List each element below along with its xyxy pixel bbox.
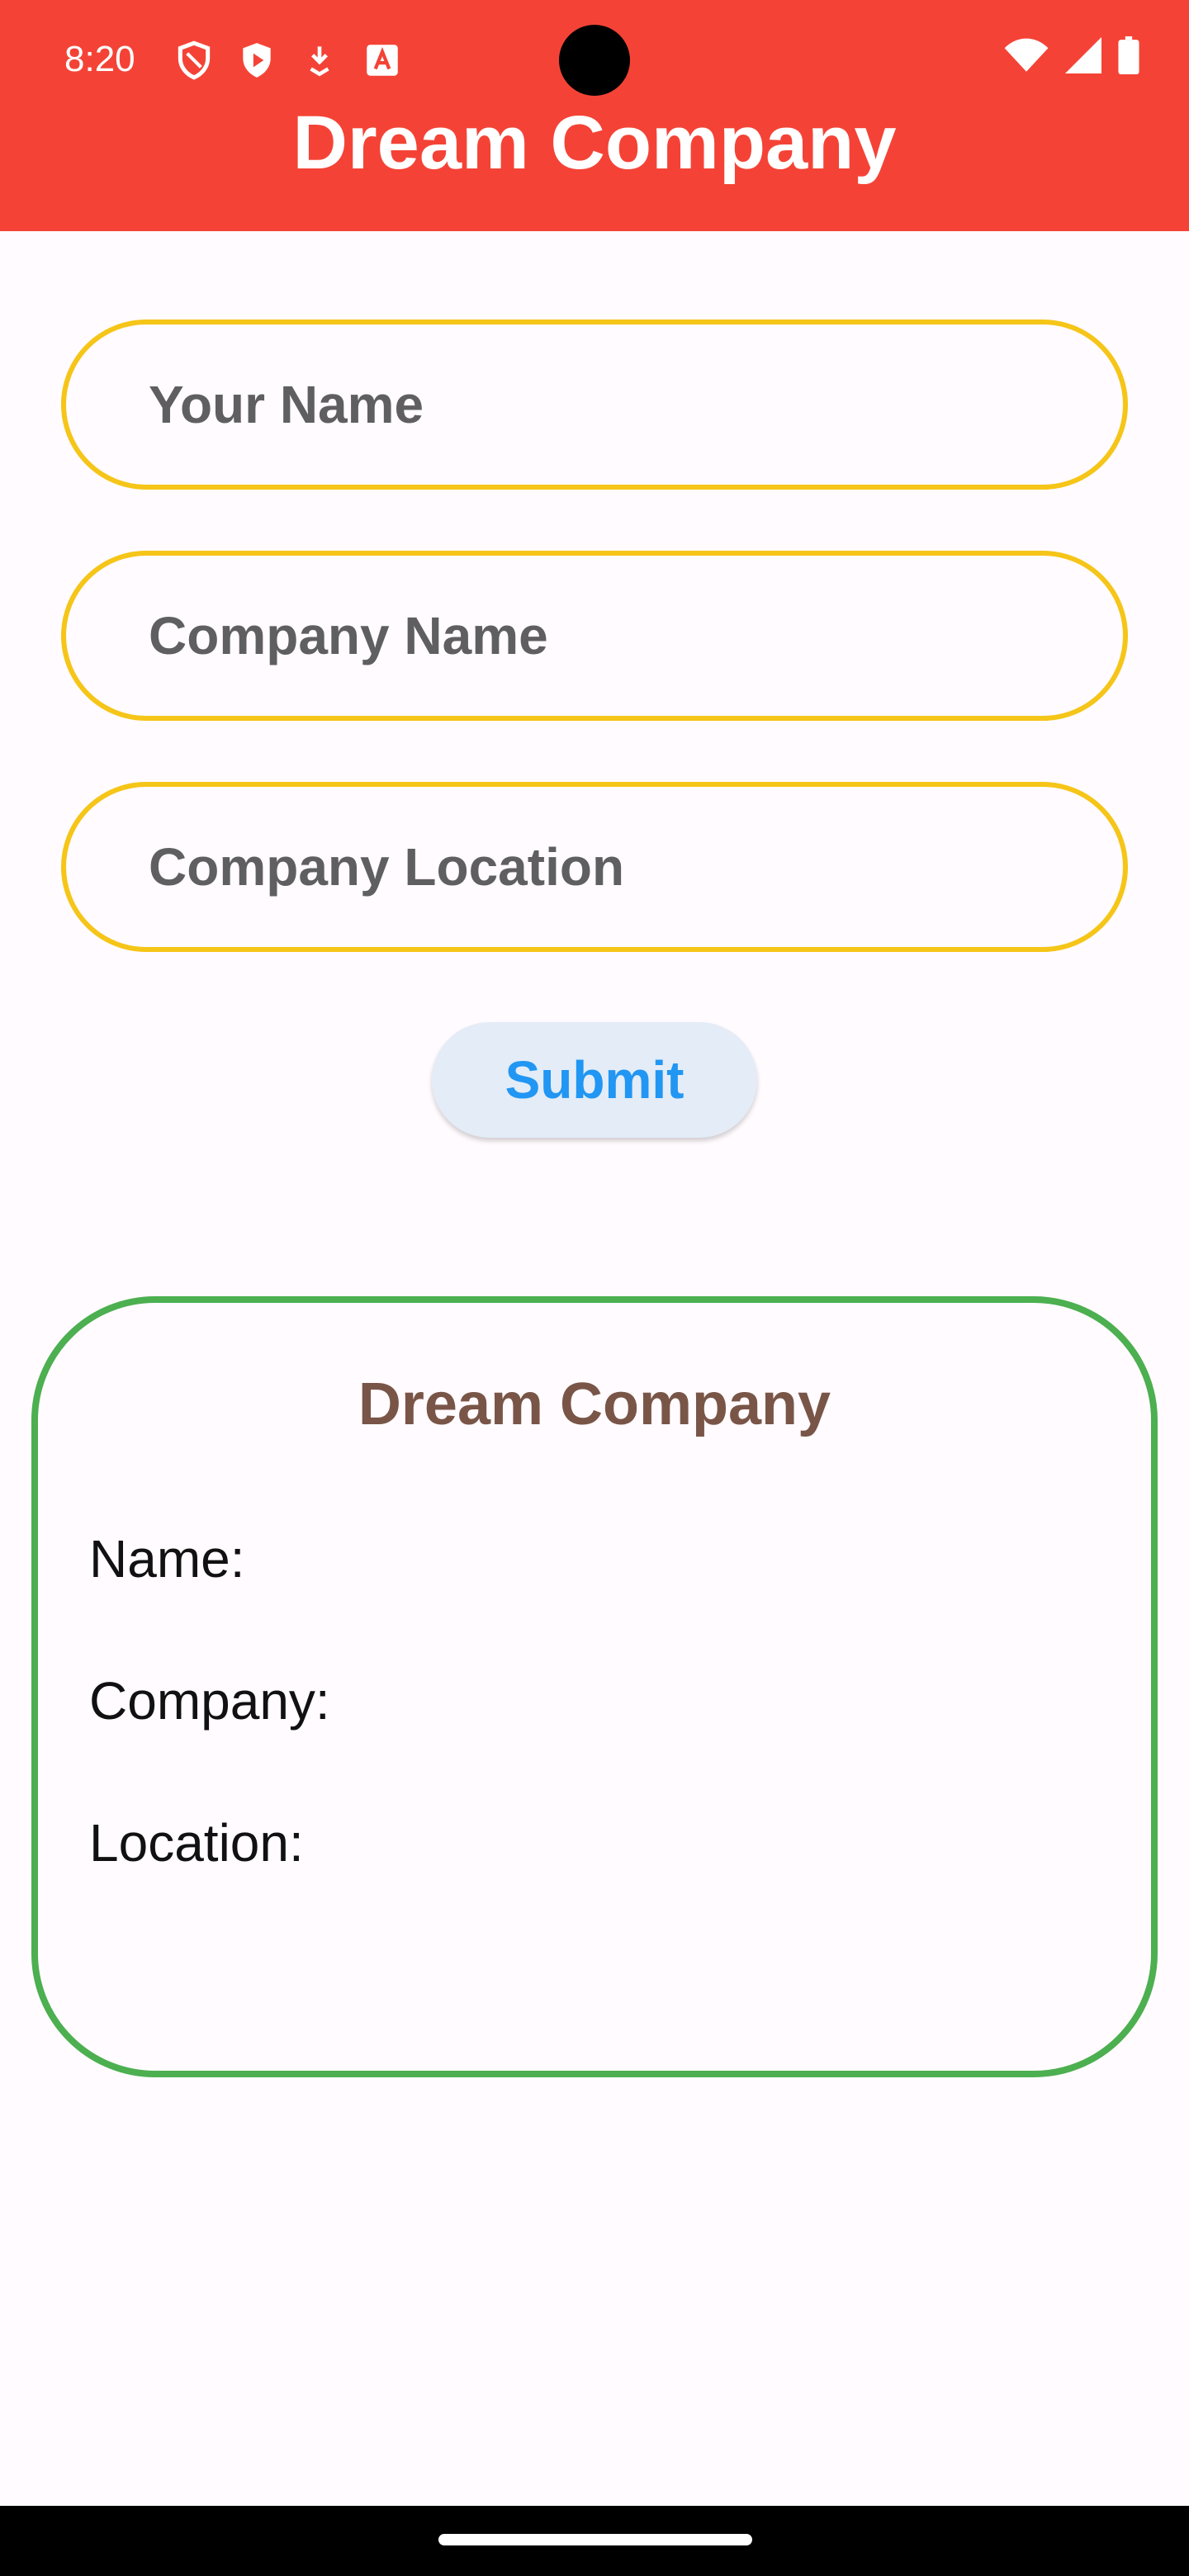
home-handle[interactable] xyxy=(438,2534,752,2545)
font-icon xyxy=(362,40,403,81)
status-time: 8:20 xyxy=(64,39,135,79)
card-name-label: Name: xyxy=(89,1529,245,1589)
result-card: Dream Company Name: Company: Location: xyxy=(31,1296,1158,2077)
card-company-label: Company: xyxy=(89,1671,330,1731)
company-location-input[interactable] xyxy=(149,787,1057,947)
company-location-field[interactable] xyxy=(61,782,1128,952)
signal-icon xyxy=(1065,37,1101,78)
your-name-input[interactable] xyxy=(149,324,1057,485)
your-name-field[interactable] xyxy=(61,320,1128,490)
status-icons-right xyxy=(1004,36,1139,78)
shield-outline-icon xyxy=(173,40,215,81)
battery-icon xyxy=(1118,36,1139,78)
camera-cutout xyxy=(559,25,630,96)
page-title: Dream Company xyxy=(292,101,897,185)
system-nav-bar xyxy=(0,2506,1189,2576)
company-name-input[interactable] xyxy=(149,556,1057,716)
play-badge-icon xyxy=(236,40,277,81)
screen: 8:20 Dream Company Your Name Company Nam… xyxy=(0,0,1189,2576)
card-title: Dream Company xyxy=(358,1371,831,1437)
status-icons-left xyxy=(173,40,403,81)
download-icon xyxy=(299,40,340,81)
submit-button[interactable]: Submit xyxy=(432,1022,757,1138)
app-bar: 8:20 Dream Company xyxy=(0,0,1189,231)
wifi-icon xyxy=(1004,37,1049,78)
card-location-label: Location: xyxy=(89,1813,304,1873)
company-name-field[interactable] xyxy=(61,551,1128,721)
